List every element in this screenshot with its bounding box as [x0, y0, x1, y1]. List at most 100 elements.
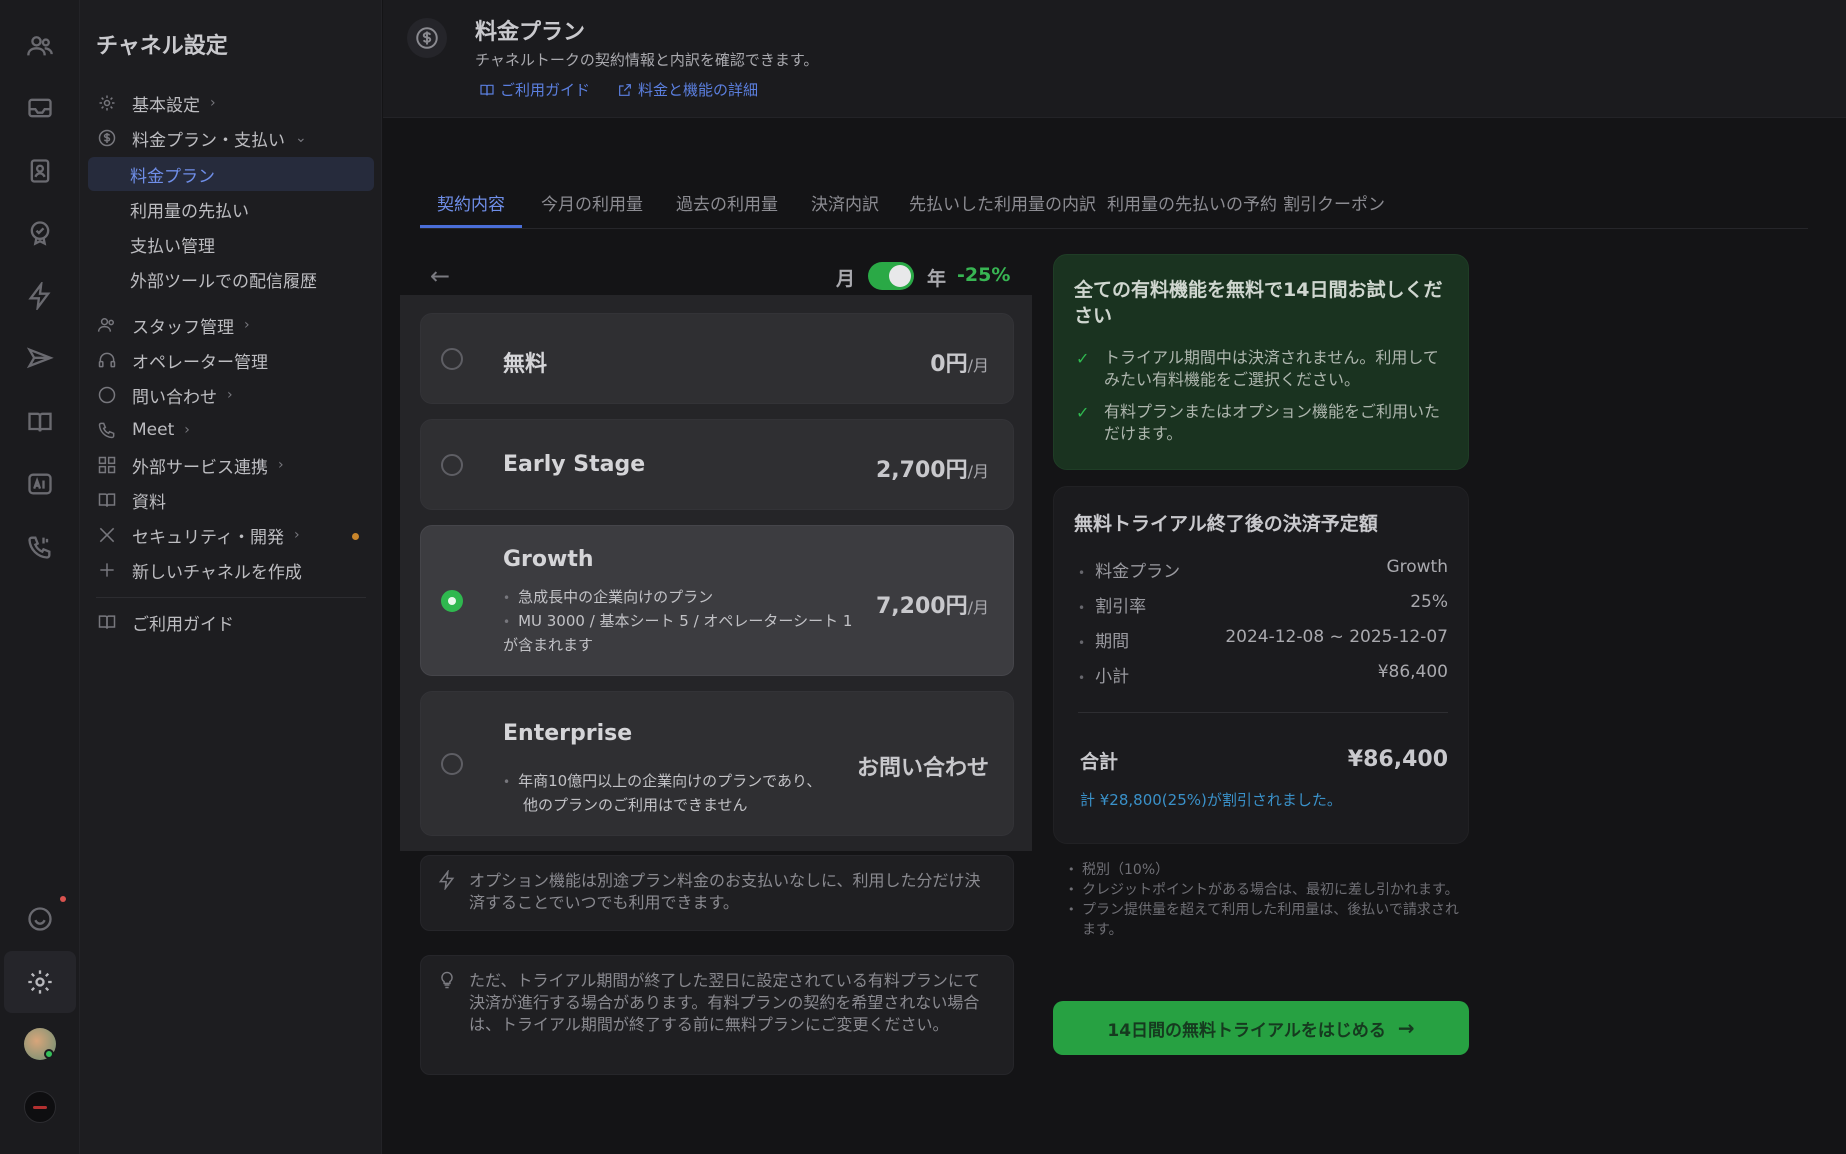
tools-icon	[96, 524, 118, 546]
sidebar-item-billing[interactable]: 料金プラン・支払い ⌄	[96, 122, 307, 154]
trial-point: トライアル期間中は決済されません。利用してみたい有料機能をご選択ください。	[1104, 348, 1439, 389]
tab-this-month-usage[interactable]: 今月の利用量	[524, 184, 660, 228]
start-free-trial-button[interactable]: 14日間の無料トライアルをはじめる →	[1053, 1001, 1469, 1055]
sidebar-item-docs[interactable]: 資料	[96, 484, 166, 516]
sidebar-item-label: 問い合わせ	[132, 387, 217, 408]
plan-description: • 急成長中の企業向けのプラン • MU 3000 / 基本シート 5 / オペレー…	[503, 588, 853, 654]
sidebar-item-security[interactable]: セキュリティ・開発 ›	[96, 519, 300, 551]
monthly-label[interactable]: 月	[836, 264, 855, 291]
yearly-discount-badge: -25%	[957, 264, 1011, 286]
bill-row-plan: 料金プランGrowth	[1078, 557, 1448, 582]
sidebar-item-label: Meet	[132, 420, 175, 440]
chevron-right-icon: ›	[244, 317, 250, 333]
plan-option-early-stage[interactable]: Early Stage 2,700円/月	[420, 419, 1014, 510]
sidebar-item-staff[interactable]: スタッフ管理 ›	[96, 309, 250, 341]
tab-payment-breakdown[interactable]: 決済内訳	[794, 184, 896, 228]
sidebar-item-label: ご利用ガイド	[132, 614, 234, 635]
sidebar-item-label: 資料	[132, 492, 166, 513]
sidebar-sub-external-history[interactable]: 外部ツールでの配信履歴	[88, 262, 374, 296]
sidebar-item-guide[interactable]: ご利用ガイド	[96, 606, 234, 638]
bill-title: 無料トライアル終了後の決済予定額	[1074, 513, 1378, 535]
tab-coupons[interactable]: 割引クーポン	[1266, 184, 1402, 228]
phone-icon	[96, 419, 118, 441]
yearly-label[interactable]: 年	[927, 264, 946, 291]
plan-radio[interactable]	[441, 753, 463, 775]
plan-radio[interactable]	[441, 348, 463, 370]
plan-price[interactable]: お問い合わせ	[857, 750, 989, 782]
sidebar-item-label: オペレーター管理	[132, 352, 268, 373]
sidebar-item-label: セキュリティ・開発	[132, 527, 284, 548]
sidebar-sub-prepay[interactable]: 利用量の先払い	[88, 192, 374, 226]
plan-price: 2,700円/月	[876, 458, 989, 483]
contacts-icon[interactable]	[20, 151, 60, 191]
pricing-details-link-label: 料金と機能の詳細	[638, 81, 759, 99]
option-note-text: オプション機能は別途プラン料金のお支払いなしに、利用した分だけ決済することでいつ…	[469, 871, 981, 912]
icon-rail	[0, 0, 80, 1154]
chevron-right-icon: ›	[210, 95, 216, 111]
sidebar-item-operator[interactable]: オペレーター管理	[96, 344, 268, 376]
plan-price: 0円/月	[930, 352, 989, 377]
sidebar-sub-payment[interactable]: 支払い管理	[88, 227, 374, 261]
inbox-icon[interactable]	[20, 88, 60, 128]
pricing-details-link[interactable]: 料金と機能の詳細	[617, 79, 758, 100]
send-icon[interactable]	[20, 339, 60, 379]
plan-radio[interactable]	[441, 454, 463, 476]
notification-dot	[60, 896, 66, 902]
plan-option-enterprise[interactable]: Enterprise • 年商10億円以上の企業向けのプランであり、 他のプランの…	[420, 691, 1014, 836]
tab-past-usage[interactable]: 過去の利用量	[659, 184, 795, 228]
bill-discount-note: 計 ¥28,800(25%)が割引されました。	[1080, 791, 1342, 809]
book-icon	[480, 84, 494, 95]
cta-label: 14日間の無料トライアルをはじめる	[1107, 1020, 1386, 1041]
billing-period-toggle[interactable]	[868, 262, 914, 290]
tab-prepaid-usage[interactable]: 先払いした利用量の内訳	[892, 184, 1113, 228]
guide-link[interactable]: ご利用ガイド	[479, 79, 590, 100]
chevron-right-icon: ›	[227, 387, 233, 403]
sidebar-item-basic[interactable]: 基本設定 ›	[96, 87, 216, 119]
check-icon: ✓	[1076, 403, 1090, 422]
plan-option-free[interactable]: 無料 0円/月	[420, 313, 1014, 404]
trial-point: 有料プランまたはオプション機能をご利用いただけます。	[1104, 402, 1441, 443]
plan-description: • 年商10億円以上の企業向けのプランであり、 他のプランのご利用はできません	[503, 772, 822, 814]
sidebar-item-inquiry[interactable]: 問い合わせ ›	[96, 379, 233, 411]
sidebar-item-external-services[interactable]: 外部サービス連携 ›	[96, 449, 284, 481]
lightning-icon[interactable]	[20, 276, 60, 316]
plan-price: 7,200円/月	[876, 594, 989, 619]
plan-radio-selected[interactable]	[441, 590, 463, 612]
phone-icon[interactable]	[20, 527, 60, 567]
users-icon[interactable]	[20, 26, 60, 66]
lightning-icon	[437, 868, 457, 896]
bill-total: 合計 ¥86,400	[1080, 747, 1448, 773]
page-title: 料金プラン	[475, 20, 586, 45]
option-feature-note: オプション機能は別途プラン料金のお支払いなしに、利用した分だけ決済することでいつ…	[420, 855, 1014, 931]
chat-bubble-icon	[96, 384, 118, 406]
page-header: 料金プラン チャネルトークの契約情報と内訳を確認できます。 ご利用ガイド 料金と…	[383, 0, 1846, 118]
chevron-right-icon: ›	[278, 457, 284, 473]
tax-notes: 税別（10%） クレジットポイントがある場合は、最初に差し引かれます。 プラン提…	[1066, 860, 1466, 940]
book-icon[interactable]	[20, 402, 60, 442]
chevron-right-icon: ›	[293, 527, 300, 543]
badge-check-icon[interactable]	[20, 213, 60, 253]
plan-name: Early Stage	[503, 452, 646, 477]
bill-row-discount-rate: 割引率25%	[1078, 592, 1448, 617]
back-arrow-icon[interactable]: ←	[430, 262, 450, 290]
chat-support-icon[interactable]	[20, 899, 60, 939]
tab-bar: 契約内容 今月の利用量 過去の利用量 決済内訳 先払いした利用量の内訳 利用量の…	[420, 184, 1808, 229]
ai-icon[interactable]	[20, 464, 60, 504]
chevron-right-icon: ›	[184, 422, 190, 438]
sidebar-sub-pricing-plan[interactable]: 料金プラン	[88, 157, 374, 191]
sidebar-item-new-channel[interactable]: 新しいチャネルを作成	[96, 554, 302, 586]
page-subtitle: チャネルトークの契約情報と内訳を確認できます。	[475, 51, 819, 69]
sidebar-item-meet[interactable]: Meet ›	[96, 414, 190, 446]
gear-icon	[96, 92, 118, 114]
tab-prepay-reservation[interactable]: 利用量の先払いの予約	[1090, 184, 1294, 228]
trial-end-note: ただ、トライアル期間が終了した翌日に設定されている有料プランにて決済が進行する場…	[420, 955, 1014, 1075]
tab-contract[interactable]: 契約内容	[420, 184, 522, 228]
tax-note: クレジットポイントがある場合は、最初に差し引かれます。	[1066, 880, 1466, 900]
tax-note: プラン提供量を超えて利用した利用量は、後払いで請求されます。	[1066, 900, 1466, 940]
sidebar-divider	[96, 597, 366, 598]
book-icon	[96, 489, 118, 511]
external-link-icon	[619, 83, 631, 96]
plan-option-growth[interactable]: Growth • 急成長中の企業向けのプラン • MU 3000 / 基本シート 5…	[420, 525, 1014, 676]
gear-icon[interactable]	[4, 951, 76, 1013]
channel-logo-icon[interactable]	[24, 1091, 56, 1123]
